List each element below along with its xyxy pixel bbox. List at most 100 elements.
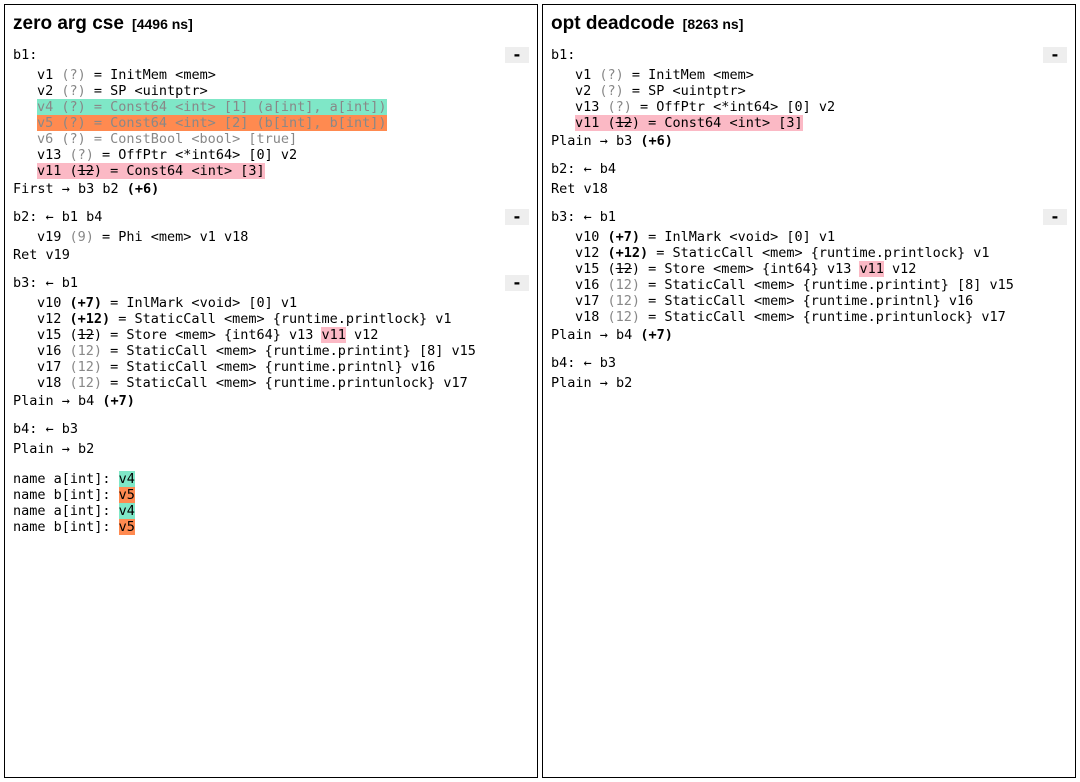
ssa-token[interactable]: v1 [575, 67, 599, 83]
name-value[interactable]: v4 [119, 471, 135, 487]
block-header[interactable]: b2: ← b1 b4 [13, 209, 102, 225]
ssa-token[interactable]: = InitMem <mem> [86, 67, 216, 83]
block-header[interactable]: b1: [13, 47, 37, 63]
ssa-token[interactable]: = StaticCall <mem> {runtime.printlock} v… [110, 311, 451, 327]
ssa-token[interactable]: v10 [575, 229, 608, 245]
ssa-token[interactable]: (?) [608, 99, 632, 115]
ssa-token[interactable]: (+12) [608, 245, 649, 261]
ssa-token[interactable]: Ret v19 [13, 247, 70, 263]
ssa-token[interactable]: v11 [859, 261, 883, 277]
ssa-token[interactable]: v5 (?) = Const64 <int> [2] (b[int], b[in… [37, 115, 387, 131]
collapse-button[interactable]: - [505, 209, 529, 225]
ssa-token[interactable]: (12) [70, 343, 103, 359]
ssa-token[interactable]: (+6) [127, 181, 160, 197]
ssa-token[interactable]: = SP <uintptr> [86, 83, 208, 99]
ssa-token[interactable]: 12 [78, 163, 94, 179]
ssa-token[interactable]: (?) [70, 147, 94, 163]
collapse-button[interactable]: - [1043, 209, 1067, 225]
ssa-token[interactable]: = InlMark <void> [0] v1 [640, 229, 835, 245]
collapse-button[interactable]: - [505, 275, 529, 291]
ssa-token[interactable]: (12) [70, 375, 103, 391]
ssa-token[interactable]: (+7) [102, 393, 135, 409]
name-value[interactable]: v5 [119, 487, 135, 503]
ssa-token[interactable]: (+12) [70, 311, 111, 327]
block-header[interactable]: b1: [551, 47, 575, 63]
ssa-token[interactable]: (?) [599, 67, 623, 83]
ssa-token[interactable]: = StaticCall <mem> {runtime.printlock} v… [648, 245, 989, 261]
ssa-token[interactable]: v17 [575, 293, 608, 309]
ssa-token[interactable]: Plain → b2 [551, 375, 632, 391]
ssa-token[interactable]: v15 ( [575, 261, 616, 277]
ssa-token[interactable]: (12) [608, 277, 641, 293]
ssa-token[interactable]: v15 ( [37, 327, 78, 343]
ssa-token[interactable]: = StaticCall <mem> {runtime.printunlock}… [640, 309, 1006, 325]
ssa-token[interactable]: 12 [616, 261, 632, 277]
ssa-token[interactable]: v11 ( [575, 115, 616, 131]
ssa-token[interactable]: = Phi <mem> v1 v18 [94, 229, 248, 245]
ssa-token[interactable]: 12 [78, 327, 94, 343]
ssa-token[interactable]: (+6) [640, 133, 673, 149]
ssa-token[interactable]: Plain → b4 [551, 327, 640, 343]
name-value[interactable]: v4 [119, 503, 135, 519]
ssa-token[interactable]: (?) [61, 67, 85, 83]
ssa-token[interactable]: First → b3 b2 [13, 181, 127, 197]
ssa-token[interactable]: = InitMem <mem> [624, 67, 754, 83]
ssa-token[interactable]: Plain → b4 [13, 393, 102, 409]
ssa-token[interactable]: v16 [37, 343, 70, 359]
block-header[interactable]: b2: ← b4 [551, 161, 616, 177]
ssa-token[interactable]: v13 [575, 99, 608, 115]
block-header[interactable]: b3: ← b1 [13, 275, 78, 291]
ssa-token[interactable]: v11 ( [37, 163, 78, 179]
block-b2-right: b2: ← b4 Ret v18 [551, 161, 1067, 197]
ssa-token[interactable]: v13 [37, 147, 70, 163]
ssa-token[interactable]: ) = Store <mem> {int64} v13 [94, 327, 322, 343]
ssa-token[interactable]: v12 [575, 245, 608, 261]
ssa-token[interactable]: Plain → b2 [13, 441, 94, 457]
block-header[interactable]: b4: ← b3 [551, 355, 616, 371]
ssa-token[interactable]: ) = Store <mem> {int64} v13 [632, 261, 860, 277]
ssa-token[interactable]: v11 [321, 327, 345, 343]
name-value[interactable]: v5 [119, 519, 135, 535]
ssa-token[interactable]: = OffPtr <*int64> [0] v2 [94, 147, 297, 163]
ssa-token[interactable]: = StaticCall <mem> {runtime.printnl} v16 [640, 293, 973, 309]
ssa-token[interactable]: = StaticCall <mem> {runtime.printunlock}… [102, 375, 468, 391]
ssa-token[interactable]: v6 (?) = ConstBool <bool> [true] [37, 131, 297, 147]
ssa-token[interactable]: v10 [37, 295, 70, 311]
ssa-token[interactable]: ) = Const64 <int> [3] [632, 115, 803, 131]
ssa-token[interactable]: = StaticCall <mem> {runtime.printint} [8… [640, 277, 1014, 293]
ssa-token[interactable]: (?) [599, 83, 623, 99]
ssa-token[interactable]: v1 [37, 67, 61, 83]
ssa-token[interactable]: (9) [70, 229, 94, 245]
ssa-token[interactable]: v12 [346, 327, 379, 343]
ssa-token[interactable]: = StaticCall <mem> {runtime.printint} [8… [102, 343, 476, 359]
ssa-token[interactable]: 12 [616, 115, 632, 131]
ssa-token[interactable]: = InlMark <void> [0] v1 [102, 295, 297, 311]
ssa-token[interactable]: (12) [70, 359, 103, 375]
ssa-token[interactable]: v18 [575, 309, 608, 325]
ssa-token[interactable]: v19 [37, 229, 70, 245]
ssa-token[interactable]: (+7) [640, 327, 673, 343]
ssa-token[interactable]: Ret v18 [551, 181, 608, 197]
ssa-token[interactable]: = SP <uintptr> [624, 83, 746, 99]
ssa-token[interactable]: (+7) [608, 229, 641, 245]
ssa-token[interactable]: ) = Const64 <int> [3] [94, 163, 265, 179]
ssa-token[interactable]: v12 [884, 261, 917, 277]
ssa-token[interactable]: = OffPtr <*int64> [0] v2 [632, 99, 835, 115]
block-header[interactable]: b4: ← b3 [13, 421, 78, 437]
collapse-button[interactable]: - [1043, 47, 1067, 63]
ssa-token[interactable]: Plain → b3 [551, 133, 640, 149]
ssa-token[interactable]: v2 [575, 83, 599, 99]
ssa-token[interactable]: v18 [37, 375, 70, 391]
ssa-token[interactable]: (12) [608, 293, 641, 309]
ssa-token[interactable]: v2 [37, 83, 61, 99]
ssa-token[interactable]: v12 [37, 311, 70, 327]
ssa-token[interactable]: = StaticCall <mem> {runtime.printnl} v16 [102, 359, 435, 375]
collapse-button[interactable]: - [505, 47, 529, 63]
block-header[interactable]: b3: ← b1 [551, 209, 616, 225]
ssa-token[interactable]: v4 (?) = Const64 <int> [1] (a[int], a[in… [37, 99, 387, 115]
ssa-token[interactable]: (12) [608, 309, 641, 325]
ssa-token[interactable]: v16 [575, 277, 608, 293]
ssa-token[interactable]: (+7) [70, 295, 103, 311]
ssa-token[interactable]: v17 [37, 359, 70, 375]
ssa-token[interactable]: (?) [61, 83, 85, 99]
